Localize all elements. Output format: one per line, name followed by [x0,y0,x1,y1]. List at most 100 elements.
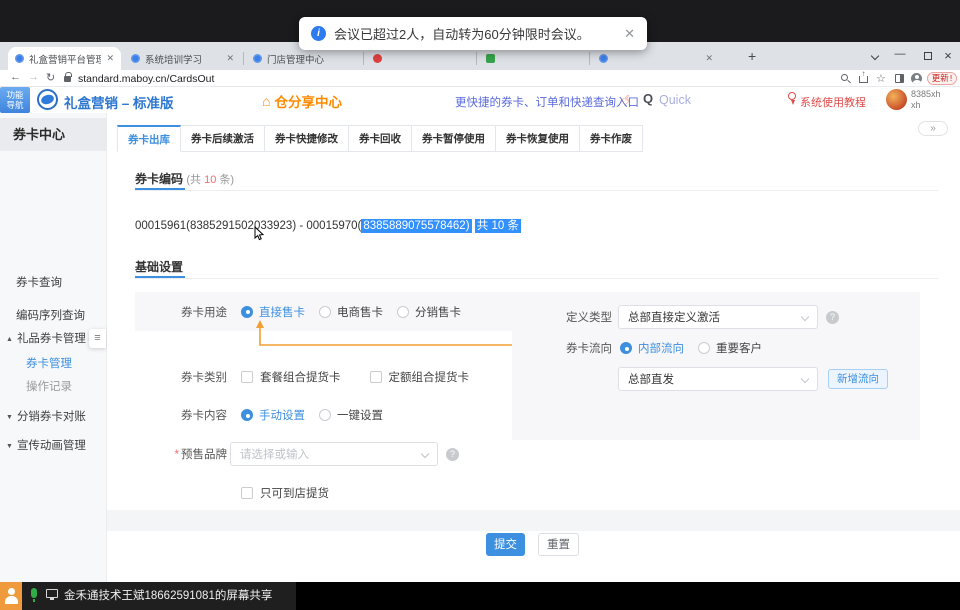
sidebar-group-gift-card-mgmt[interactable]: ▲礼品券卡管理 [6,330,86,346]
window-maximize-button[interactable] [924,52,932,60]
browser-tab-partial[interactable] [366,47,474,70]
browser-tab-partial[interactable]: ✕ [592,47,720,70]
brand-logo [37,89,58,110]
radio-one-click-setup[interactable] [319,409,331,421]
define-type-row: 定义类型 总部直接定义激活 ? [512,305,839,329]
sidebar-item-code-sequence-query[interactable]: 编码序列查询 [16,307,85,323]
browser-tab[interactable]: 门店管理中心 [246,47,361,70]
tab-close-icon[interactable]: ✕ [106,53,114,64]
help-icon[interactable]: ? [826,311,839,324]
participant-icon[interactable] [0,582,22,610]
radio-direct-sale-selected[interactable] [241,306,253,318]
zoom-icon[interactable] [841,74,848,81]
radio-internal-flow-selected[interactable] [620,342,632,354]
tab-cards-out[interactable]: 券卡出库 [117,125,181,152]
tab-title: 系统培训学习 [145,52,202,66]
reset-button[interactable]: 重置 [538,533,579,556]
category-row: 券卡类别 套餐组合提货卡 定额组合提货卡 [135,364,469,390]
tab-title: 礼盒营销平台管理中心 [29,52,101,66]
forward-icon[interactable]: → [28,71,39,83]
reload-icon[interactable]: ↻ [46,71,55,84]
checkbox-combo-package[interactable] [241,371,253,383]
help-icon[interactable]: ? [446,448,459,461]
browser-tab-active[interactable]: 礼盒营销平台管理中心 ✕ [8,47,121,70]
user-avatar[interactable] [886,89,907,110]
sidebar-collapse-handle[interactable]: ≡ [89,329,106,348]
tab-recycle[interactable]: 券卡回收 [349,125,412,152]
option-combo-package[interactable]: 套餐组合提货卡 [260,369,341,385]
panel-collapse-button[interactable]: » [918,121,948,136]
browser-addressbar: ← → ↻ standard.maboy.cn/CardsOut ☆ 更新! [0,70,960,87]
sidebar-item-card-query[interactable]: 券卡查询 [16,274,62,290]
lock-icon[interactable] [64,76,71,82]
radio-distribution-sale[interactable] [397,306,409,318]
flow-label: 券卡流向 [512,340,612,356]
quick-label[interactable]: Quick [659,93,691,107]
share-icon[interactable] [859,76,868,83]
tab-follow-activate[interactable]: 券卡后续激活 [181,125,265,152]
option-one-click-setup[interactable]: 一键设置 [337,407,383,423]
quick-entry-hint[interactable]: 更快捷的券卡、订单和快递查询入口 [455,94,639,110]
tab-favicon [599,54,608,63]
sidebar-item-operation-log[interactable]: 操作记录 [26,378,72,394]
browser-tab[interactable]: 系统培训学习 ✕ [124,47,241,70]
define-type-select[interactable]: 总部直接定义激活 [618,305,818,329]
tab-quick-modify[interactable]: 券卡快捷修改 [265,125,349,152]
back-icon[interactable]: ← [10,71,21,83]
section-divider [135,190,938,191]
microphone-icon[interactable] [31,588,37,598]
tab-close-icon[interactable]: ✕ [705,53,713,64]
window-close-button[interactable]: × [939,48,957,63]
option-distribution-sale[interactable]: 分销售卡 [415,304,461,320]
profile-icon[interactable] [911,73,922,84]
share-status-pill: 金禾通技术王斌18662591081的屏幕共享 [0,582,296,610]
flow-select[interactable]: 总部直发 [618,367,818,391]
tab-close-icon[interactable]: ✕ [226,53,234,64]
tab-suspend[interactable]: 券卡暂停使用 [412,125,496,152]
option-fixed-amount[interactable]: 定额组合提货卡 [389,369,470,385]
tutorial-link[interactable]: 系统使用教程 [800,94,866,110]
option-direct-sale[interactable]: 直接售卡 [259,304,305,320]
option-internal-flow[interactable]: 内部流向 [638,340,684,356]
card-action-tabs: 券卡出库 券卡后续激活 券卡快捷修改 券卡回收 券卡暂停使用 券卡恢复使用 券卡… [117,125,643,152]
checkbox-store-pickup-only[interactable] [241,487,253,499]
tab-separator [589,52,590,65]
checkbox-fixed-amount[interactable] [370,371,382,383]
radio-manual-setup-selected[interactable] [241,409,253,421]
option-ecommerce-sale[interactable]: 电商售卡 [337,304,383,320]
radio-ecommerce-sale[interactable] [319,306,331,318]
option-important-customer[interactable]: 重要客户 [716,340,762,356]
radio-important-customer[interactable] [698,342,710,354]
share-status-text: 金禾通技术王斌18662591081的屏幕共享 [64,582,272,610]
url-text[interactable]: standard.maboy.cn/CardsOut [78,73,214,85]
meeting-toast: i 会议已超过2人，自动转为60分钟限时会议。 ✕ [299,17,647,50]
define-panel: 定义类型 总部直接定义激活 ? 券卡流向 内部流向 重要客户 总部直发 [512,292,920,440]
selected-code-text: 8385889075578462) [361,219,471,233]
required-asterisk: * [175,449,179,461]
quick-search-icon[interactable]: Q [643,91,653,106]
bookmark-star-icon[interactable]: ☆ [876,72,886,85]
new-tab-button[interactable]: + [748,48,756,64]
side-panel-icon[interactable] [895,74,904,83]
function-nav-toggle[interactable]: 功能 导航 [0,87,30,113]
select-value: 总部直发 [628,371,674,387]
sidebar-group-distribution-reconcile[interactable]: ▼分销券卡对账 [6,408,86,424]
toast-close-icon[interactable]: ✕ [624,26,635,42]
usage-row: 券卡用途 直接售卡 电商售卡 分销售卡 [135,292,461,331]
tab-void[interactable]: 券卡作废 [580,125,643,152]
app-title: 礼盒营销 – 标准版 [64,92,174,112]
tab-resume[interactable]: 券卡恢复使用 [496,125,580,152]
tab-favicon [486,54,495,63]
presale-brand-select[interactable]: 请选择或输入 [230,442,438,466]
add-flow-button[interactable]: 新增流向 [828,369,888,389]
chrome-update-button[interactable]: 更新! [927,72,957,85]
submit-button[interactable]: 提交 [486,533,525,556]
option-store-pickup-only[interactable]: 只可到店提货 [260,485,329,501]
window-minimize-button[interactable]: — [891,48,909,60]
sidebar-group-promo-animation[interactable]: ▼宣传动画管理 [6,437,86,453]
sidebar-item-card-management-active[interactable]: 券卡管理 [26,355,72,371]
select-placeholder: 请选择或输入 [240,446,309,462]
browser-tab-partial[interactable] [479,47,587,70]
option-manual-setup[interactable]: 手动设置 [259,407,305,423]
share-center-link[interactable]: ⌂ 仓分享中心 [262,91,342,111]
